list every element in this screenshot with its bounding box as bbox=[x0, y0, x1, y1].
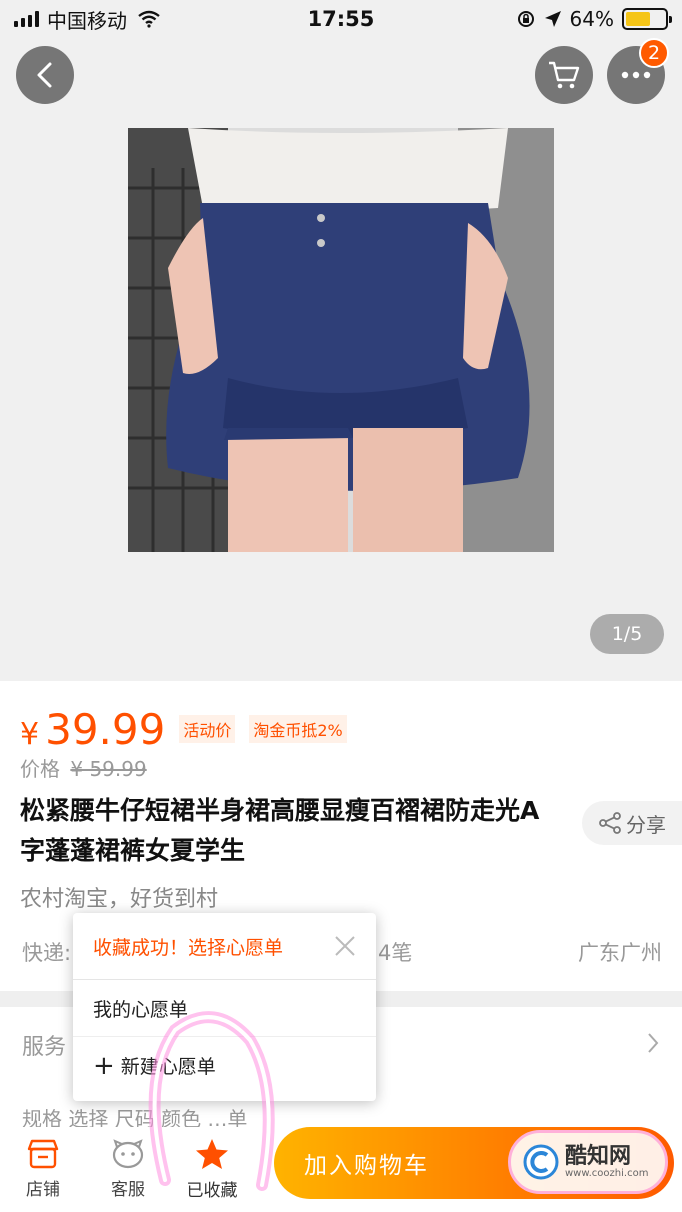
wishlist-item-default[interactable]: 我的心愿单 bbox=[73, 980, 376, 1037]
currency-symbol: ¥ bbox=[20, 717, 40, 752]
favorite-label: 已收藏 bbox=[186, 1181, 238, 1201]
wishlist-item-label: 我的心愿单 bbox=[93, 998, 189, 1021]
current-price: 39.99 bbox=[45, 705, 166, 754]
carrier-name: 中国移动 bbox=[47, 8, 127, 33]
status-bar: 中国移动 17:55 64% bbox=[0, 0, 682, 38]
cart-icon bbox=[549, 61, 580, 89]
watermark-text: 酷知网 bbox=[565, 1143, 632, 1169]
original-price-label: 价格 bbox=[20, 757, 60, 781]
location-arrow-icon bbox=[544, 11, 561, 27]
battery-percent: 64% bbox=[569, 7, 614, 31]
customer-service-icon bbox=[112, 1139, 144, 1169]
shipping-label: 快递: bbox=[22, 941, 72, 965]
chevron-right-icon bbox=[648, 1033, 659, 1053]
original-price: ¥ 59.99 bbox=[70, 757, 147, 781]
original-price-row: 价格 ¥ 59.99 bbox=[20, 753, 147, 782]
more-dots-icon bbox=[621, 71, 651, 79]
watermark-url: www.coozhi.com bbox=[565, 1167, 649, 1179]
customer-service-label: 客服 bbox=[111, 1180, 145, 1200]
back-button[interactable] bbox=[16, 46, 74, 104]
share-label: 分享 bbox=[626, 812, 666, 837]
price-row: ¥ 39.99 活动价 淘金币抵2% bbox=[20, 705, 347, 754]
product-gallery[interactable]: 1/5 bbox=[0, 0, 682, 681]
gallery-page-indicator: 1/5 bbox=[590, 614, 664, 654]
battery-fill bbox=[626, 12, 651, 26]
wishlist-popup-title: 收藏成功！选择心愿单 bbox=[93, 936, 284, 959]
coozhi-logo-icon bbox=[523, 1144, 559, 1180]
product-subtitle: 农村淘宝，好货到村 bbox=[20, 887, 219, 912]
activity-price-tag: 活动价 bbox=[179, 715, 236, 743]
more-button[interactable]: 2 bbox=[607, 38, 669, 104]
ship-location: 广东广州 bbox=[578, 941, 662, 965]
wishlist-popup-header: 收藏成功！选择心愿单 bbox=[73, 913, 376, 980]
favorite-button[interactable]: 已收藏 bbox=[172, 1127, 252, 1212]
add-to-cart-label: 加入购物车 bbox=[304, 1153, 429, 1179]
message-badge: 2 bbox=[639, 38, 669, 68]
new-wishlist-button[interactable]: + 新建心愿单 bbox=[73, 1037, 376, 1094]
chevron-left-icon bbox=[37, 62, 52, 88]
signal-icon bbox=[14, 11, 39, 27]
shop-button[interactable]: 店铺 bbox=[3, 1127, 83, 1212]
wishlist-popup: 收藏成功！选择心愿单 我的心愿单 + 新建心愿单 bbox=[73, 913, 376, 1101]
customer-service-button[interactable]: 客服 bbox=[88, 1127, 168, 1212]
battery-icon bbox=[622, 8, 672, 30]
new-wishlist-label: 新建心愿单 bbox=[120, 1056, 216, 1078]
wifi-icon bbox=[138, 10, 160, 28]
shop-icon bbox=[27, 1139, 59, 1169]
rotation-lock-icon bbox=[517, 11, 534, 27]
sales-count: 4笔 bbox=[378, 941, 413, 965]
share-icon bbox=[599, 812, 621, 834]
share-button[interactable]: 分享 bbox=[582, 801, 682, 845]
star-filled-icon bbox=[196, 1139, 228, 1169]
plus-icon: + bbox=[93, 1050, 115, 1081]
product-title: 松紧腰牛仔短裙半身裙高腰显瘦百褶裙防走光A字蓬蓬裙裤女夏学生 bbox=[20, 796, 540, 865]
product-image[interactable] bbox=[128, 128, 554, 552]
close-icon[interactable] bbox=[334, 935, 356, 957]
service-label: 服务 bbox=[22, 1035, 67, 1060]
taojinbi-tag: 淘金币抵2% bbox=[249, 715, 347, 743]
shop-label: 店铺 bbox=[26, 1180, 60, 1200]
cart-button[interactable] bbox=[535, 46, 593, 104]
watermark-logo: 酷知网 www.coozhi.com bbox=[508, 1130, 668, 1194]
